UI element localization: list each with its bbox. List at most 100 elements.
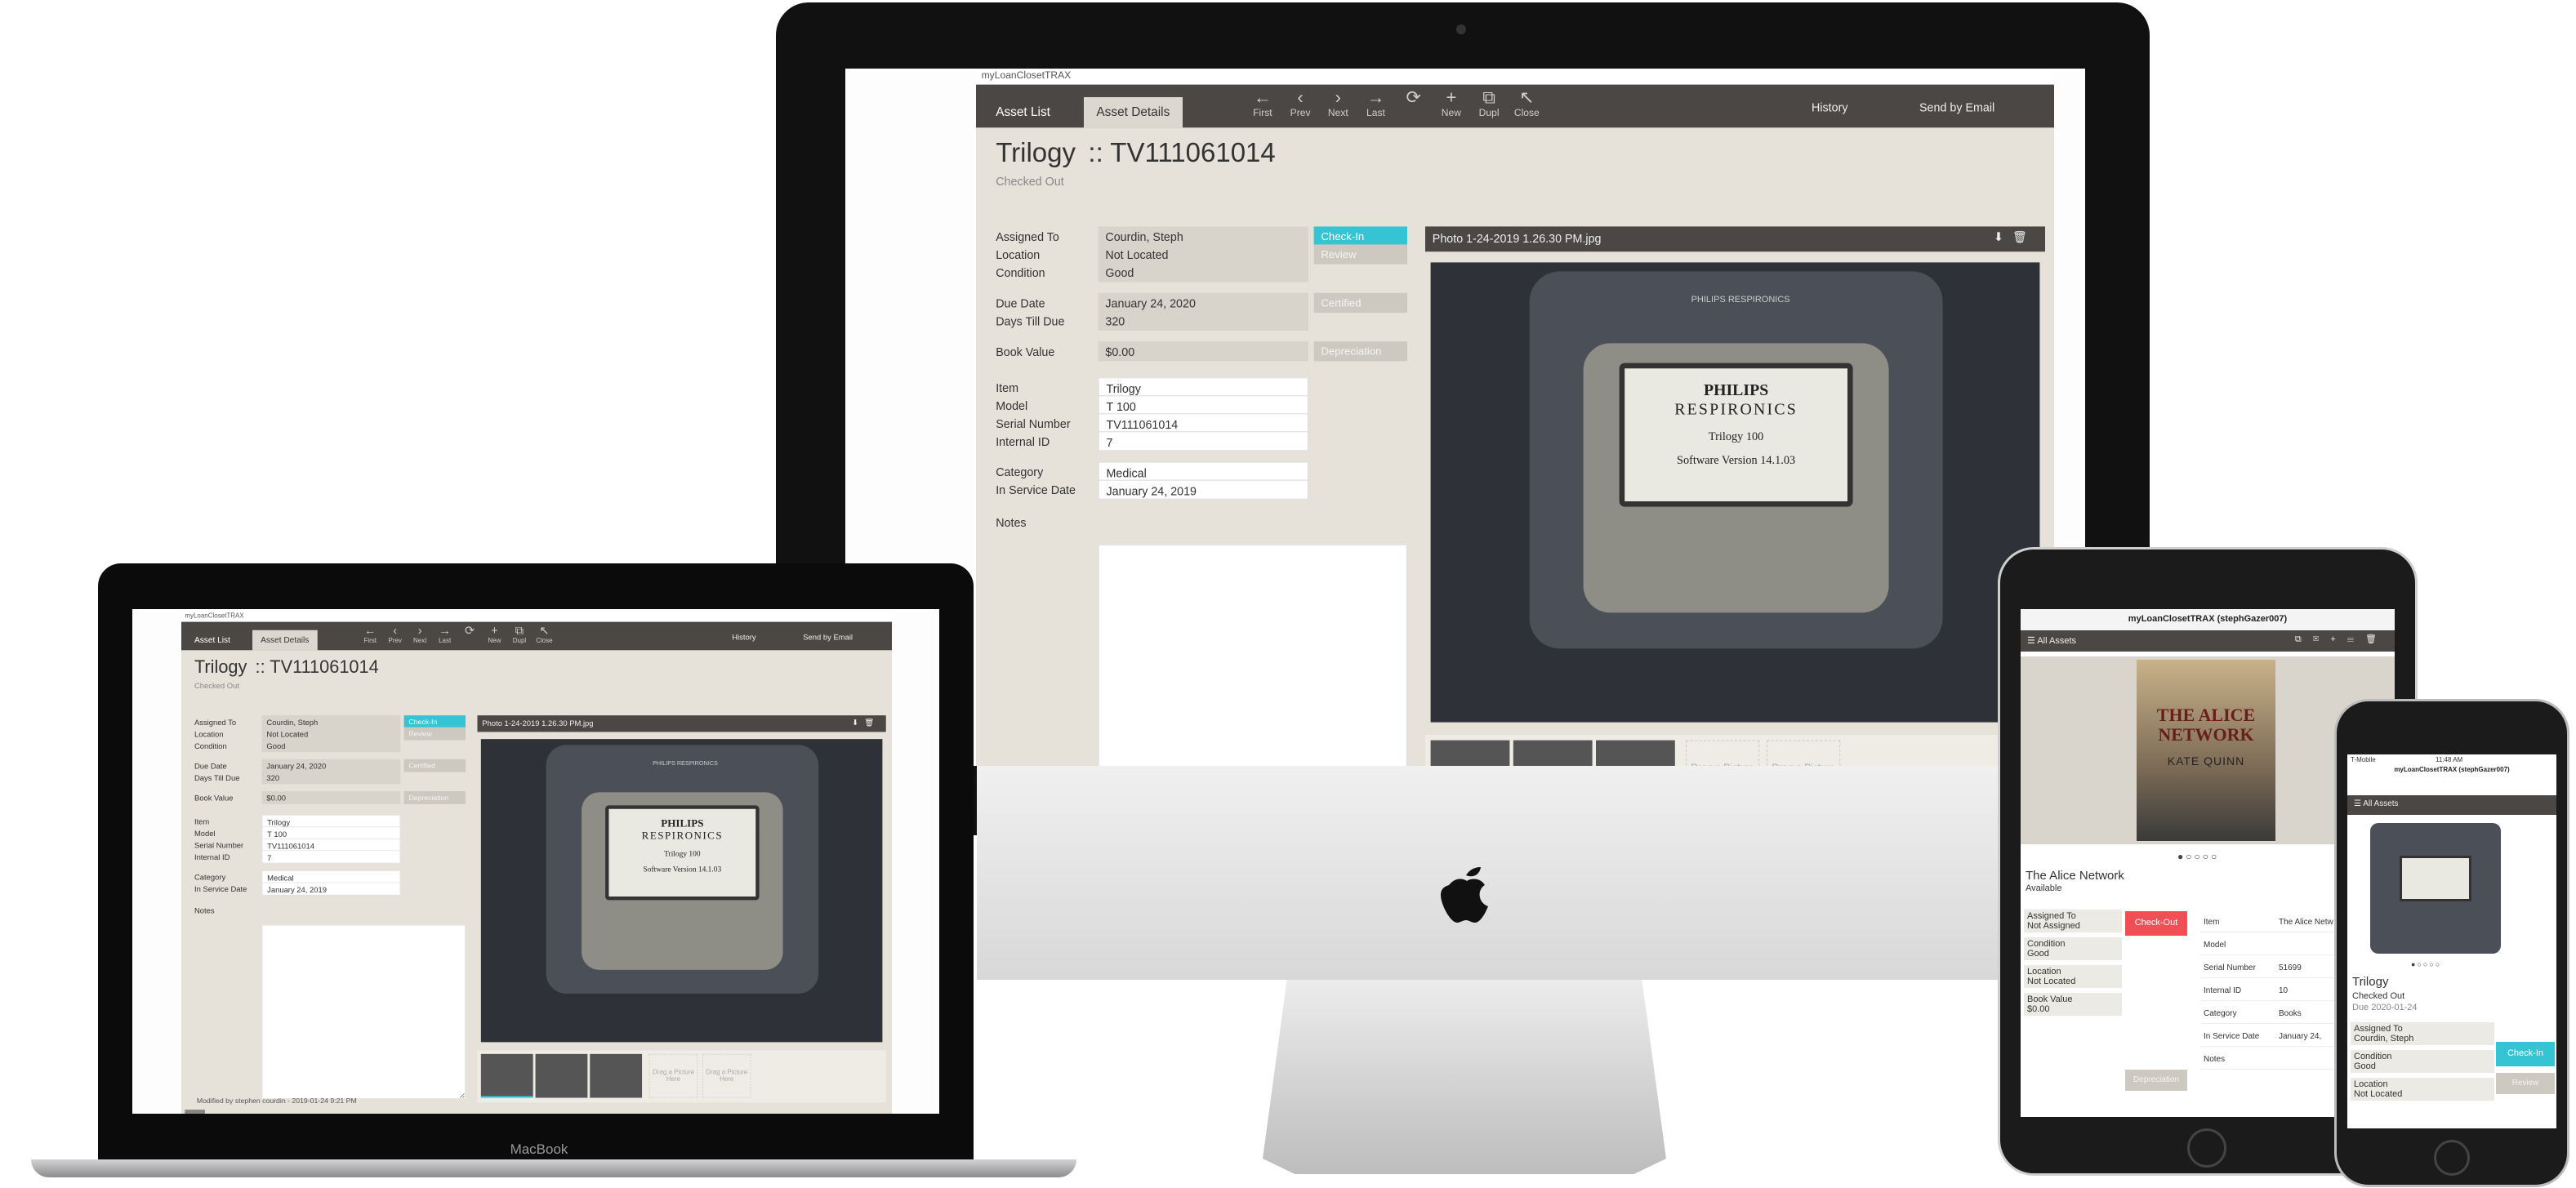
- photo-title: Photo 1-24-2019 1.26.30 PM.jpg: [482, 719, 594, 728]
- carousel-dots[interactable]: ●○○○○: [2411, 960, 2441, 968]
- depreciation-button[interactable]: Depreciation: [403, 790, 466, 804]
- home-button[interactable]: [2434, 1140, 2470, 1176]
- in-service-date-field[interactable]: January 24, 2019: [1098, 479, 1308, 500]
- drop-zone[interactable]: Drag a Picture Here: [1686, 740, 1760, 766]
- new-label: New: [1441, 108, 1461, 119]
- field-value[interactable]: The Alice Netw: [2279, 918, 2333, 927]
- close-button[interactable]: ↖ Close: [533, 625, 556, 645]
- thumbnail[interactable]: [1596, 740, 1675, 766]
- refresh-button[interactable]: ⟳: [1397, 88, 1431, 108]
- label-assigned-to: Assigned To: [194, 718, 237, 727]
- thumbnail[interactable]: [535, 1053, 588, 1098]
- photo-title-bar: Photo 1-24-2019 1.26.30 PM.jpg ⬇🗑: [1425, 226, 2045, 252]
- close-button[interactable]: ↖ Close: [1509, 88, 1544, 118]
- carousel-dots[interactable]: ●○○○○: [2177, 851, 2219, 862]
- toolbar: Asset List Asset Details ← First ‹ Prev › Next →…: [976, 84, 2054, 128]
- notes-field[interactable]: [1098, 544, 1407, 766]
- photo-action-icons[interactable]: ⬇🗑: [852, 718, 880, 727]
- field-value: Not Assigned: [2027, 921, 2080, 931]
- asset-photo[interactable]: PHILIPS RESPIRONICS Trilogy 100 Software Ve…: [1430, 262, 2040, 723]
- item-field[interactable]: Trilogy: [1098, 377, 1308, 398]
- drop-zone[interactable]: Drag a Picture Here: [1767, 740, 1841, 766]
- model-field[interactable]: T 100: [1098, 395, 1308, 416]
- send-email-button[interactable]: Send by Email: [803, 633, 853, 642]
- last-button[interactable]: → Last: [434, 625, 457, 645]
- imac-screen: myLoanClosetTRAX Asset List Asset Details ←…: [845, 69, 2085, 766]
- toolbar-icons[interactable]: ⧉✉+☰🗑: [2295, 634, 2388, 645]
- tab-asset-list[interactable]: Asset List: [983, 97, 1063, 127]
- depreciation-button[interactable]: Depreciation: [1313, 341, 1407, 362]
- dupl-button[interactable]: ⧉ Dupl: [508, 625, 531, 645]
- field-row: Location Not Located: [2351, 1078, 2494, 1101]
- label-due-date: Due Date: [996, 296, 1045, 310]
- review-button[interactable]: Review: [403, 727, 466, 741]
- first-button[interactable]: ← First: [1246, 88, 1280, 118]
- serial-number-field[interactable]: TV111061014: [1098, 413, 1308, 434]
- certified-button[interactable]: Certified: [1313, 292, 1407, 313]
- certified-button[interactable]: Certified: [403, 759, 466, 772]
- field-value[interactable]: January 24,: [2279, 1032, 2321, 1041]
- field-value[interactable]: Books: [2279, 1009, 2302, 1018]
- menu-icon[interactable]: ☰: [2354, 799, 2363, 808]
- first-icon: ←: [1253, 88, 1272, 109]
- label-book-value: Book Value: [996, 345, 1055, 359]
- menu-icon[interactable]: ☰: [2027, 636, 2037, 646]
- internal-id-field[interactable]: 7: [261, 850, 401, 864]
- checkout-button[interactable]: Check-Out: [2125, 911, 2187, 936]
- asset-photo[interactable]: PHILIPS RESPIRONICS Trilogy 100 Software Ve…: [480, 739, 883, 1043]
- lcd-line: Software Version 14.1.03: [1677, 452, 1796, 467]
- prev-button[interactable]: ‹ Prev: [384, 625, 407, 645]
- field-value[interactable]: 10: [2279, 986, 2288, 995]
- field-value: Good: [2354, 1061, 2376, 1071]
- all-assets-button[interactable]: All Assets: [2363, 799, 2398, 808]
- field-value[interactable]: 51699: [2279, 963, 2302, 972]
- label-location: Location: [996, 247, 1041, 262]
- new-button[interactable]: + New: [484, 625, 506, 645]
- thumbnail[interactable]: [480, 1053, 533, 1098]
- review-button[interactable]: Review: [1313, 244, 1407, 265]
- asset-name-text: Trilogy: [996, 138, 1076, 168]
- tab-asset-details[interactable]: Asset Details: [1084, 97, 1183, 128]
- thumbnail[interactable]: [590, 1053, 643, 1098]
- ipad-header[interactable]: myLoanClosetTRAX (stephGazer007): [2021, 609, 2395, 630]
- review-button[interactable]: Review: [2496, 1073, 2555, 1094]
- next-button[interactable]: › Next: [408, 625, 431, 645]
- history-button[interactable]: History: [1812, 100, 1847, 113]
- tab-asset-details[interactable]: Asset Details: [252, 630, 318, 651]
- home-button[interactable]: [2187, 1128, 2226, 1168]
- prev-button[interactable]: ‹ Prev: [1283, 88, 1317, 118]
- refresh-button[interactable]: ⟳: [458, 625, 481, 638]
- thumbnail[interactable]: [1430, 740, 1510, 766]
- send-email-button[interactable]: Send by Email: [1919, 100, 1994, 113]
- checkin-button[interactable]: Check-In: [2496, 1042, 2555, 1066]
- notes-field[interactable]: [261, 924, 466, 1099]
- device-lcd: PHILIPS RESPIRONICS Trilogy 100 Software Ve…: [605, 805, 760, 901]
- iphone-header[interactable]: myLoanClosetTRAX (stephGazer007): [2347, 766, 2556, 773]
- tab-asset-list[interactable]: Asset List: [186, 630, 238, 651]
- photo-action-icons[interactable]: ⬇🗑: [1994, 230, 2036, 245]
- dupl-button[interactable]: ⧉ Dupl: [1472, 88, 1506, 118]
- drop-zone[interactable]: Drag a Picture Here: [648, 1053, 698, 1098]
- app-window: myLoanClosetTRAX Asset List Asset Details ←…: [976, 70, 2054, 766]
- depreciation-button[interactable]: Depreciation: [2125, 1070, 2187, 1091]
- internal-id-field[interactable]: 7: [1098, 431, 1308, 452]
- days-till-due-field: 320: [261, 771, 401, 785]
- new-button[interactable]: + New: [1434, 88, 1468, 118]
- check-in-button[interactable]: Check-In: [1313, 226, 1407, 247]
- last-button[interactable]: → Last: [1359, 88, 1393, 118]
- category-field[interactable]: Medical: [1098, 461, 1308, 482]
- in-service-date-field[interactable]: January 24, 2019: [261, 882, 401, 896]
- all-assets-button[interactable]: All Assets: [2037, 636, 2076, 646]
- next-icon: ›: [417, 624, 422, 638]
- history-button[interactable]: History: [732, 633, 755, 642]
- thumbnail[interactable]: [1513, 740, 1593, 766]
- new-icon: +: [491, 624, 498, 638]
- assigned-to-field: Courdin, Steph: [1098, 226, 1308, 247]
- field-row: Condition Good: [2351, 1050, 2494, 1073]
- drop-zone[interactable]: Drag a Picture Here: [702, 1053, 751, 1098]
- days-till-due-field: 320: [1098, 310, 1308, 331]
- settings-gear-icon[interactable]: ⚙: [185, 1110, 205, 1114]
- next-button[interactable]: › Next: [1321, 88, 1355, 118]
- field-label: Model: [2204, 941, 2226, 950]
- first-button[interactable]: ← First: [359, 625, 382, 645]
